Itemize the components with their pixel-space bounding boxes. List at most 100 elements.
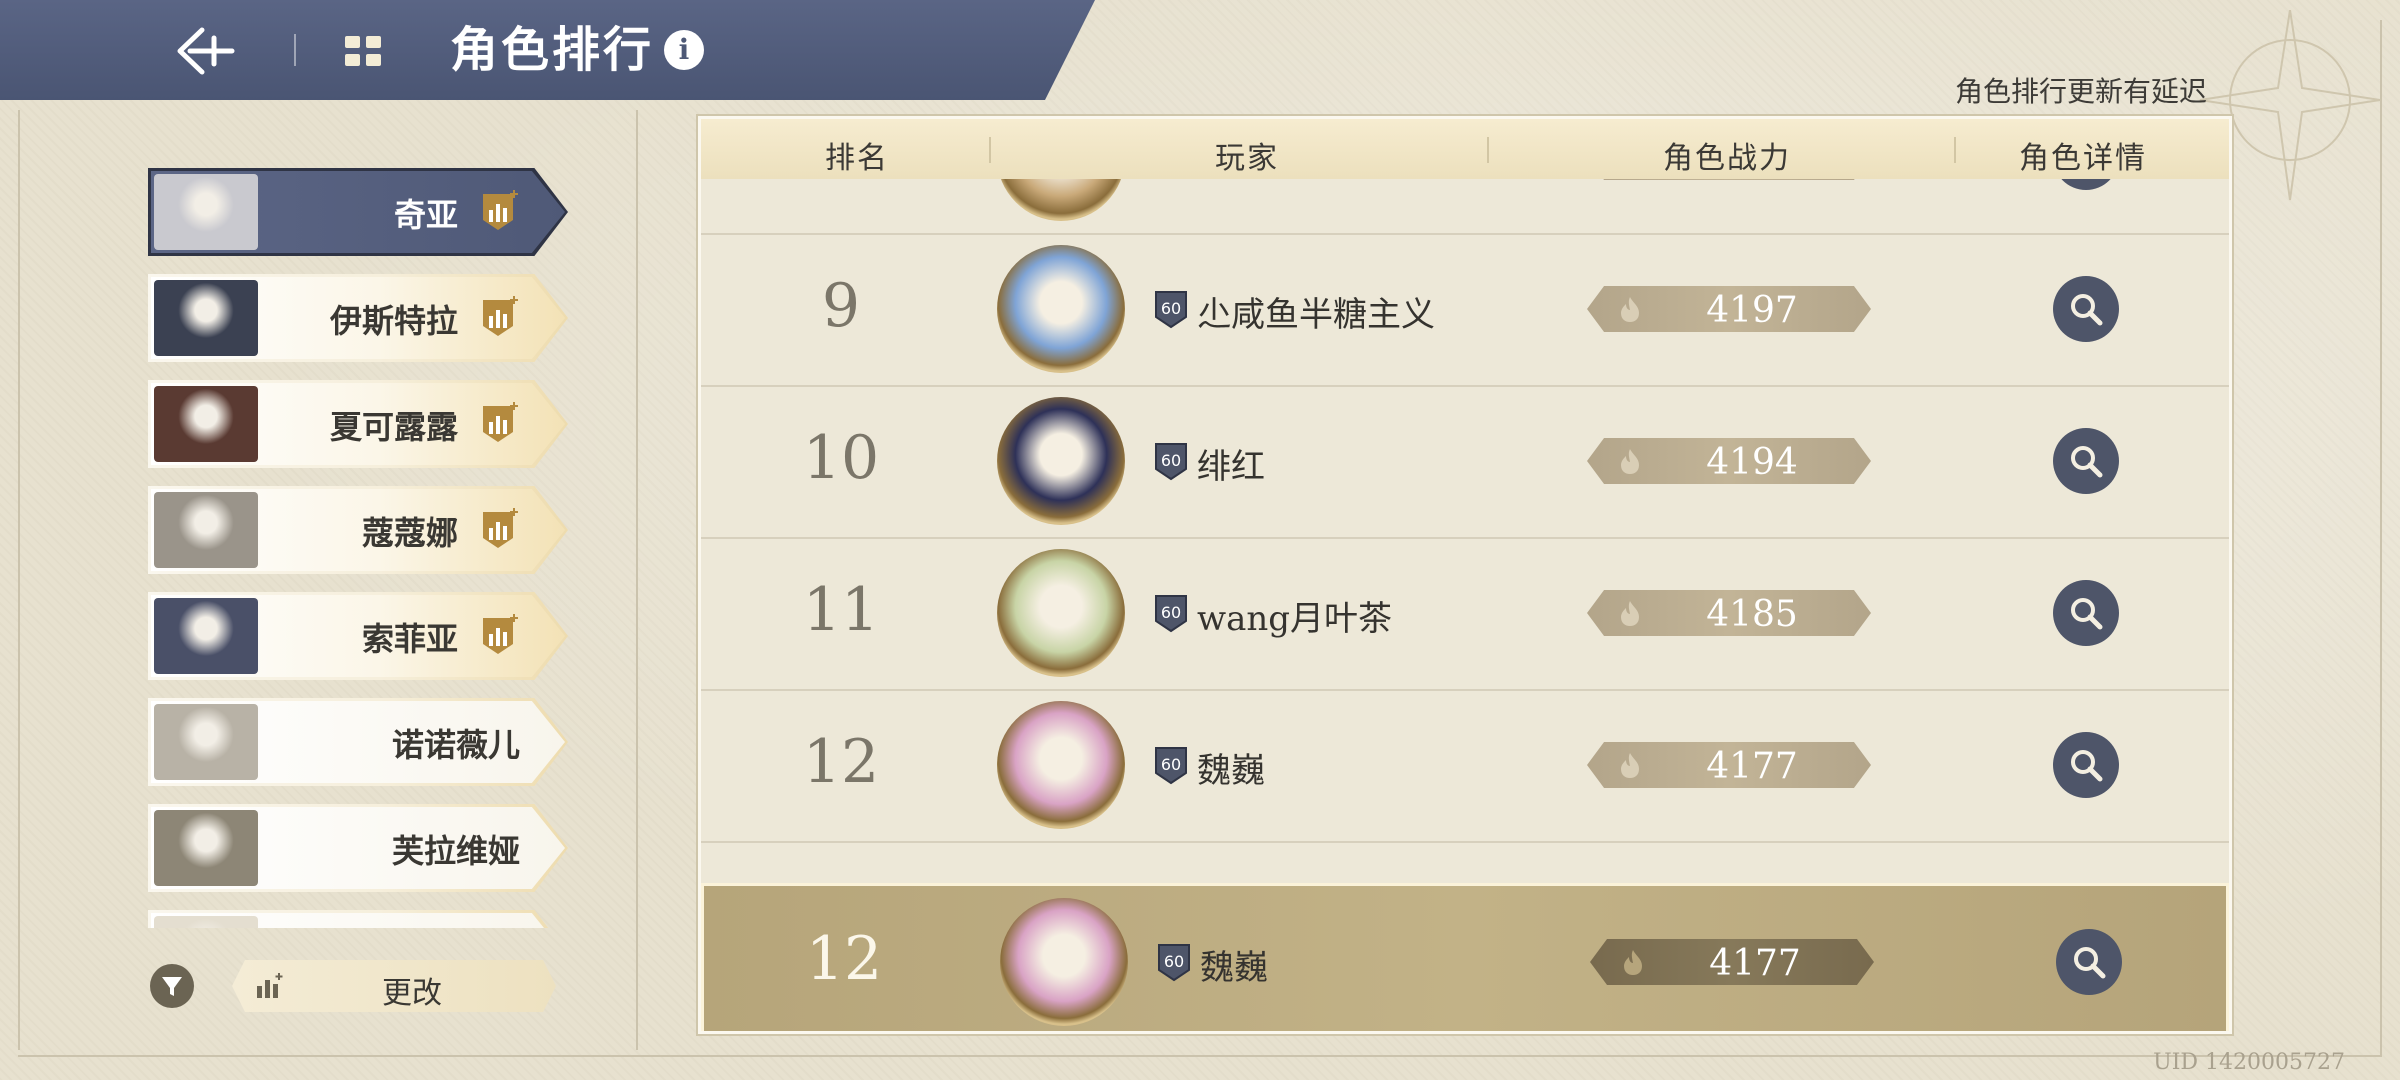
table-header: 排名 玩家 角色战力 角色详情 bbox=[701, 119, 2229, 179]
view-details-button[interactable] bbox=[2053, 276, 2119, 342]
level-value: 60 bbox=[1161, 755, 1181, 774]
rank-number: 11 bbox=[802, 575, 880, 645]
power-value: 4177 bbox=[1706, 746, 1798, 787]
rank-number: 12 bbox=[805, 924, 883, 994]
change-button[interactable]: 更改 bbox=[232, 960, 556, 1012]
view-details-button[interactable] bbox=[2053, 428, 2119, 494]
character-tab[interactable] bbox=[148, 910, 568, 928]
book-icon bbox=[345, 36, 381, 66]
info-icon[interactable]: i bbox=[664, 30, 704, 70]
power-pill: 4194 bbox=[1587, 438, 1871, 484]
update-delay-note: 角色排行更新有延迟 bbox=[1954, 75, 2207, 108]
power-pill: 4177 bbox=[1590, 939, 1874, 985]
change-button-label: 更改 bbox=[382, 976, 442, 1011]
character-portrait bbox=[154, 386, 258, 462]
level-badge: 60 bbox=[1158, 944, 1190, 982]
character-list[interactable]: 奇亚伊斯特拉夏可露露蔻蔻娜索菲亚诺诺薇儿芙拉维娅 bbox=[148, 168, 568, 928]
view-details-button[interactable] bbox=[2053, 580, 2119, 646]
character-tab[interactable]: 索菲亚 bbox=[148, 592, 568, 680]
rank-number: 9 bbox=[821, 271, 861, 341]
header-rank: 排名 bbox=[825, 141, 889, 176]
player-name: 绯红 bbox=[1197, 447, 1265, 487]
player-avatar[interactable] bbox=[997, 397, 1125, 525]
character-tab[interactable]: 诺诺薇儿 bbox=[148, 698, 568, 786]
character-name: 蔻蔻娜 bbox=[361, 514, 458, 552]
rank-badge-icon bbox=[483, 614, 518, 654]
header-power: 角色战力 bbox=[1663, 141, 1791, 176]
level-value: 60 bbox=[1161, 603, 1181, 622]
rank-badge-icon bbox=[483, 296, 518, 336]
character-portrait bbox=[154, 598, 258, 674]
level-badge: 60 bbox=[1155, 291, 1187, 329]
search-icon bbox=[2071, 598, 2103, 630]
character-tab[interactable]: 夏可露露 bbox=[148, 380, 568, 468]
flame-icon bbox=[1624, 950, 1642, 975]
level-badge: 60 bbox=[1155, 595, 1187, 633]
header-divider bbox=[1487, 137, 1489, 163]
frame-line bbox=[636, 110, 638, 1050]
character-portrait bbox=[154, 280, 258, 356]
search-icon bbox=[2071, 446, 2103, 478]
character-tab[interactable]: 芙拉维娅 bbox=[148, 804, 568, 892]
frame-line bbox=[18, 110, 20, 1050]
flame-icon bbox=[1621, 601, 1639, 626]
frame-line bbox=[18, 1055, 2382, 1057]
player-name: 魏巍 bbox=[1200, 948, 1268, 988]
flame-icon bbox=[1621, 753, 1639, 778]
header-detail: 角色详情 bbox=[2019, 141, 2147, 176]
rank-badge-icon bbox=[483, 190, 518, 230]
ranking-panel: 排名 玩家 角色战力 角色详情 860魔法使芙莉莲4198960尐咸鱼半糖主义4… bbox=[698, 116, 2232, 1034]
player-avatar[interactable] bbox=[997, 549, 1125, 677]
uid-label: UID 1420005727 bbox=[2153, 1050, 2345, 1075]
power-pill: 4177 bbox=[1587, 742, 1871, 788]
player-name: 魏巍 bbox=[1197, 751, 1265, 791]
rank-badge-icon bbox=[483, 508, 518, 548]
player-name: 尐咸鱼半糖主义 bbox=[1197, 295, 1435, 335]
character-name: 夏可露露 bbox=[329, 408, 458, 446]
header-divider bbox=[989, 137, 991, 163]
character-name: 芙拉维娅 bbox=[391, 832, 520, 870]
ranking-row[interactable]: 12 60 魏巍 4177 bbox=[701, 689, 2229, 843]
character-tab[interactable]: 蔻蔻娜 bbox=[148, 486, 568, 574]
character-name: 索菲亚 bbox=[361, 620, 458, 658]
character-portrait bbox=[154, 492, 258, 568]
ranking-row[interactable]: 9 60 尐咸鱼半糖主义 4197 bbox=[701, 233, 2229, 387]
view-details-button[interactable] bbox=[2053, 732, 2119, 798]
back-arrow-icon[interactable] bbox=[172, 22, 238, 80]
power-value: 4185 bbox=[1706, 594, 1798, 635]
character-tab[interactable]: 伊斯特拉 bbox=[148, 274, 568, 362]
player-avatar[interactable] bbox=[1000, 898, 1128, 1026]
ranking-list[interactable]: 860魔法使芙莉莲4198960尐咸鱼半糖主义41971060绯红4194116… bbox=[701, 119, 2229, 1031]
player-avatar[interactable] bbox=[997, 701, 1125, 829]
character-name: 伊斯特拉 bbox=[329, 302, 458, 340]
ranking-row[interactable]: 10 60 绯红 4194 bbox=[701, 385, 2229, 539]
header-separator bbox=[294, 34, 296, 66]
ranking-row[interactable]: 11 60 wang月叶茶 4185 bbox=[701, 537, 2229, 691]
character-name: 诺诺薇儿 bbox=[391, 726, 520, 764]
power-pill: 4185 bbox=[1587, 590, 1871, 636]
rank-chart-icon bbox=[257, 973, 283, 998]
player-avatar[interactable] bbox=[997, 245, 1125, 373]
page-title: 角色排行 bbox=[450, 22, 655, 78]
level-badge: 60 bbox=[1155, 747, 1187, 785]
header-divider bbox=[1954, 137, 1956, 163]
power-pill: 4197 bbox=[1587, 286, 1871, 332]
filter-icon[interactable] bbox=[150, 964, 194, 1008]
search-icon bbox=[2071, 294, 2103, 326]
header-player: 玩家 bbox=[1215, 141, 1279, 176]
rank-number: 12 bbox=[802, 727, 880, 797]
view-details-button[interactable] bbox=[2056, 929, 2122, 995]
rank-number: 10 bbox=[802, 423, 880, 493]
power-value: 4197 bbox=[1706, 290, 1798, 331]
flame-icon bbox=[1621, 449, 1639, 474]
character-tab[interactable]: 奇亚 bbox=[148, 168, 568, 256]
level-badge: 60 bbox=[1155, 443, 1187, 481]
rank-badge-icon bbox=[483, 402, 518, 442]
power-value: 4177 bbox=[1709, 943, 1801, 984]
character-portrait bbox=[154, 704, 258, 780]
level-value: 60 bbox=[1164, 952, 1184, 971]
flame-icon bbox=[1621, 297, 1639, 322]
my-ranking-row[interactable]: 12 60 魏巍 4177 bbox=[701, 883, 2229, 1031]
header-bar: 角色排行 i bbox=[0, 0, 1095, 100]
search-icon bbox=[2074, 947, 2106, 979]
